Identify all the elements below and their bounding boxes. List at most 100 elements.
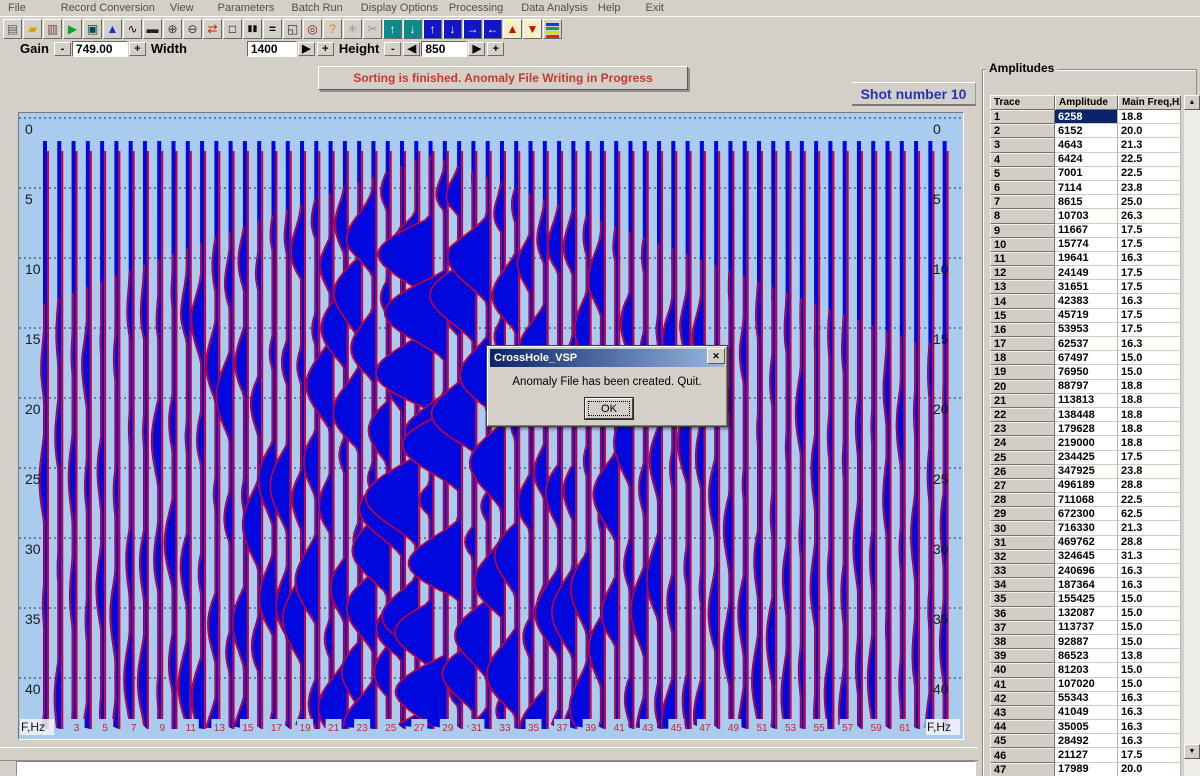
main-freq-cell[interactable]: 16.3 [1118, 337, 1181, 351]
menu-item-exit[interactable]: Exit [646, 2, 664, 14]
main-freq-cell[interactable]: 21.3 [1118, 521, 1181, 535]
amplitude-cell[interactable]: 672300 [1055, 507, 1118, 521]
main-freq-cell[interactable]: 23.8 [1118, 181, 1181, 195]
amplitude-cell[interactable]: 107020 [1055, 678, 1118, 692]
amplitude-cell[interactable]: 113813 [1055, 394, 1118, 408]
height-decrease-button[interactable]: - [384, 42, 401, 56]
move-up-button[interactable]: ↑ [423, 19, 442, 39]
table-scrollbar[interactable]: ▲ ▼ [1184, 95, 1200, 776]
table-row[interactable]: 3146976228.8 [990, 536, 1198, 550]
main-freq-cell[interactable]: 18.8 [1118, 436, 1181, 450]
table-row[interactable]: 2111381318.8 [990, 394, 1198, 408]
main-freq-cell[interactable]: 62.5 [1118, 507, 1181, 521]
table-row[interactable]: 165395317.5 [990, 323, 1198, 337]
main-freq-cell[interactable]: 15.0 [1118, 621, 1181, 635]
height-input[interactable] [421, 41, 467, 57]
table-row[interactable]: 2213844818.8 [990, 408, 1198, 422]
main-freq-cell[interactable]: 16.3 [1118, 564, 1181, 578]
height-step-button[interactable]: ▶ [468, 42, 485, 56]
amplitude-cell[interactable]: 219000 [1055, 436, 1118, 450]
amplitude-cell[interactable]: 7114 [1055, 181, 1118, 195]
amplitude-cell[interactable]: 138448 [1055, 408, 1118, 422]
table-row[interactable]: 3613208715.0 [990, 607, 1198, 621]
save-button[interactable]: ▬ [143, 19, 162, 39]
menu-item-display-options[interactable]: Display Options [361, 2, 438, 14]
table-row[interactable]: 4110702015.0 [990, 678, 1198, 692]
amplitude-cell[interactable]: 469762 [1055, 536, 1118, 550]
table-row[interactable]: 2871106822.5 [990, 493, 1198, 507]
main-freq-cell[interactable]: 17.5 [1118, 280, 1181, 294]
column-header-main-freq-hz[interactable]: Main Freq,Hz [1118, 95, 1181, 110]
main-freq-cell[interactable]: 22.5 [1118, 153, 1181, 167]
amplitude-cell[interactable]: 10703 [1055, 209, 1118, 223]
amplitude-cell[interactable]: 6152 [1055, 124, 1118, 138]
main-freq-cell[interactable]: 16.3 [1118, 692, 1181, 706]
main-freq-cell[interactable]: 28.8 [1118, 479, 1181, 493]
main-freq-cell[interactable]: 15.0 [1118, 678, 1181, 692]
amplitude-cell[interactable]: 4643 [1055, 138, 1118, 152]
gain-decrease-button[interactable]: - [54, 42, 71, 56]
menu-item-data-analysis[interactable]: Data Analysis [521, 2, 588, 14]
table-row[interactable]: 7861525.0 [990, 195, 1198, 209]
equalize-button[interactable]: = [263, 19, 282, 39]
rectangle-select-button[interactable]: □ [223, 19, 242, 39]
main-freq-cell[interactable]: 15.0 [1118, 635, 1181, 649]
amplitude-cell[interactable]: 88797 [1055, 380, 1118, 394]
table-row[interactable]: 2634792523.8 [990, 465, 1198, 479]
main-freq-cell[interactable]: 16.3 [1118, 252, 1181, 266]
main-freq-cell[interactable]: 22.5 [1118, 167, 1181, 181]
amplitude-cell[interactable]: 240696 [1055, 564, 1118, 578]
main-freq-cell[interactable]: 15.0 [1118, 351, 1181, 365]
amplitude-cell[interactable]: 35005 [1055, 720, 1118, 734]
main-freq-cell[interactable]: 23.8 [1118, 465, 1181, 479]
amplitude-cell[interactable]: 187364 [1055, 578, 1118, 592]
shift-down-teal-button[interactable]: ↓ [403, 19, 422, 39]
main-freq-cell[interactable]: 16.3 [1118, 734, 1181, 748]
save-as-button[interactable]: ▥ [43, 19, 62, 39]
table-row[interactable]: 91166717.5 [990, 224, 1198, 238]
shift-up-teal-button[interactable]: ↑ [383, 19, 402, 39]
amplitude-cell[interactable]: 17989 [1055, 763, 1118, 776]
amplitude-cell[interactable]: 45719 [1055, 309, 1118, 323]
table-row[interactable]: 462112717.5 [990, 748, 1198, 762]
scroll-down-icon[interactable]: ▼ [1184, 744, 1200, 759]
amplitude-cell[interactable]: 76950 [1055, 365, 1118, 379]
amplitude-cell[interactable]: 155425 [1055, 592, 1118, 606]
table-row[interactable]: 144238316.3 [990, 294, 1198, 308]
width-increase-button[interactable]: + [317, 42, 334, 56]
amplitude-cell[interactable]: 28492 [1055, 734, 1118, 748]
table-row[interactable]: 471798920.0 [990, 763, 1198, 776]
table-row[interactable]: 3515542515.0 [990, 592, 1198, 606]
amplitude-cell[interactable]: 179628 [1055, 422, 1118, 436]
main-freq-cell[interactable]: 17.5 [1118, 451, 1181, 465]
main-freq-cell[interactable]: 18.8 [1118, 380, 1181, 394]
zoom-in-button[interactable]: ⊕ [163, 19, 182, 39]
new-file-button[interactable]: ▤ [3, 19, 22, 39]
table-row[interactable]: 197695015.0 [990, 365, 1198, 379]
amplitude-cell[interactable]: 41049 [1055, 706, 1118, 720]
table-row[interactable]: 111964116.3 [990, 252, 1198, 266]
ok-button[interactable]: OK [585, 398, 633, 419]
table-row[interactable]: 408120315.0 [990, 663, 1198, 677]
move-down-button[interactable]: ↓ [443, 19, 462, 39]
table-row[interactable]: 3418736416.3 [990, 578, 1198, 592]
amplitude-cell[interactable]: 113737 [1055, 621, 1118, 635]
scroll-up-icon[interactable]: ▲ [1184, 95, 1200, 110]
amplitude-cell[interactable]: 42383 [1055, 294, 1118, 308]
main-freq-cell[interactable]: 20.0 [1118, 124, 1181, 138]
amplitude-cell[interactable]: 31651 [1055, 280, 1118, 294]
amplitude-cell[interactable]: 8615 [1055, 195, 1118, 209]
move-left-button[interactable]: ← [483, 19, 502, 39]
main-freq-cell[interactable]: 20.0 [1118, 763, 1181, 776]
move-right-button[interactable]: → [463, 19, 482, 39]
run-button[interactable]: ▶ [63, 19, 82, 39]
table-row[interactable]: 3071633021.3 [990, 521, 1198, 535]
column-header-amplitude[interactable]: Amplitude [1055, 95, 1118, 110]
table-row[interactable]: 4642422.5 [990, 153, 1198, 167]
table-row[interactable]: 101577417.5 [990, 238, 1198, 252]
amplitude-cell[interactable]: 6258 [1055, 110, 1118, 124]
menu-item-record-conversion[interactable]: Record Conversion [61, 2, 155, 14]
table-row[interactable]: 6711423.8 [990, 181, 1198, 195]
amplitude-cell[interactable]: 6424 [1055, 153, 1118, 167]
main-freq-cell[interactable]: 28.8 [1118, 536, 1181, 550]
